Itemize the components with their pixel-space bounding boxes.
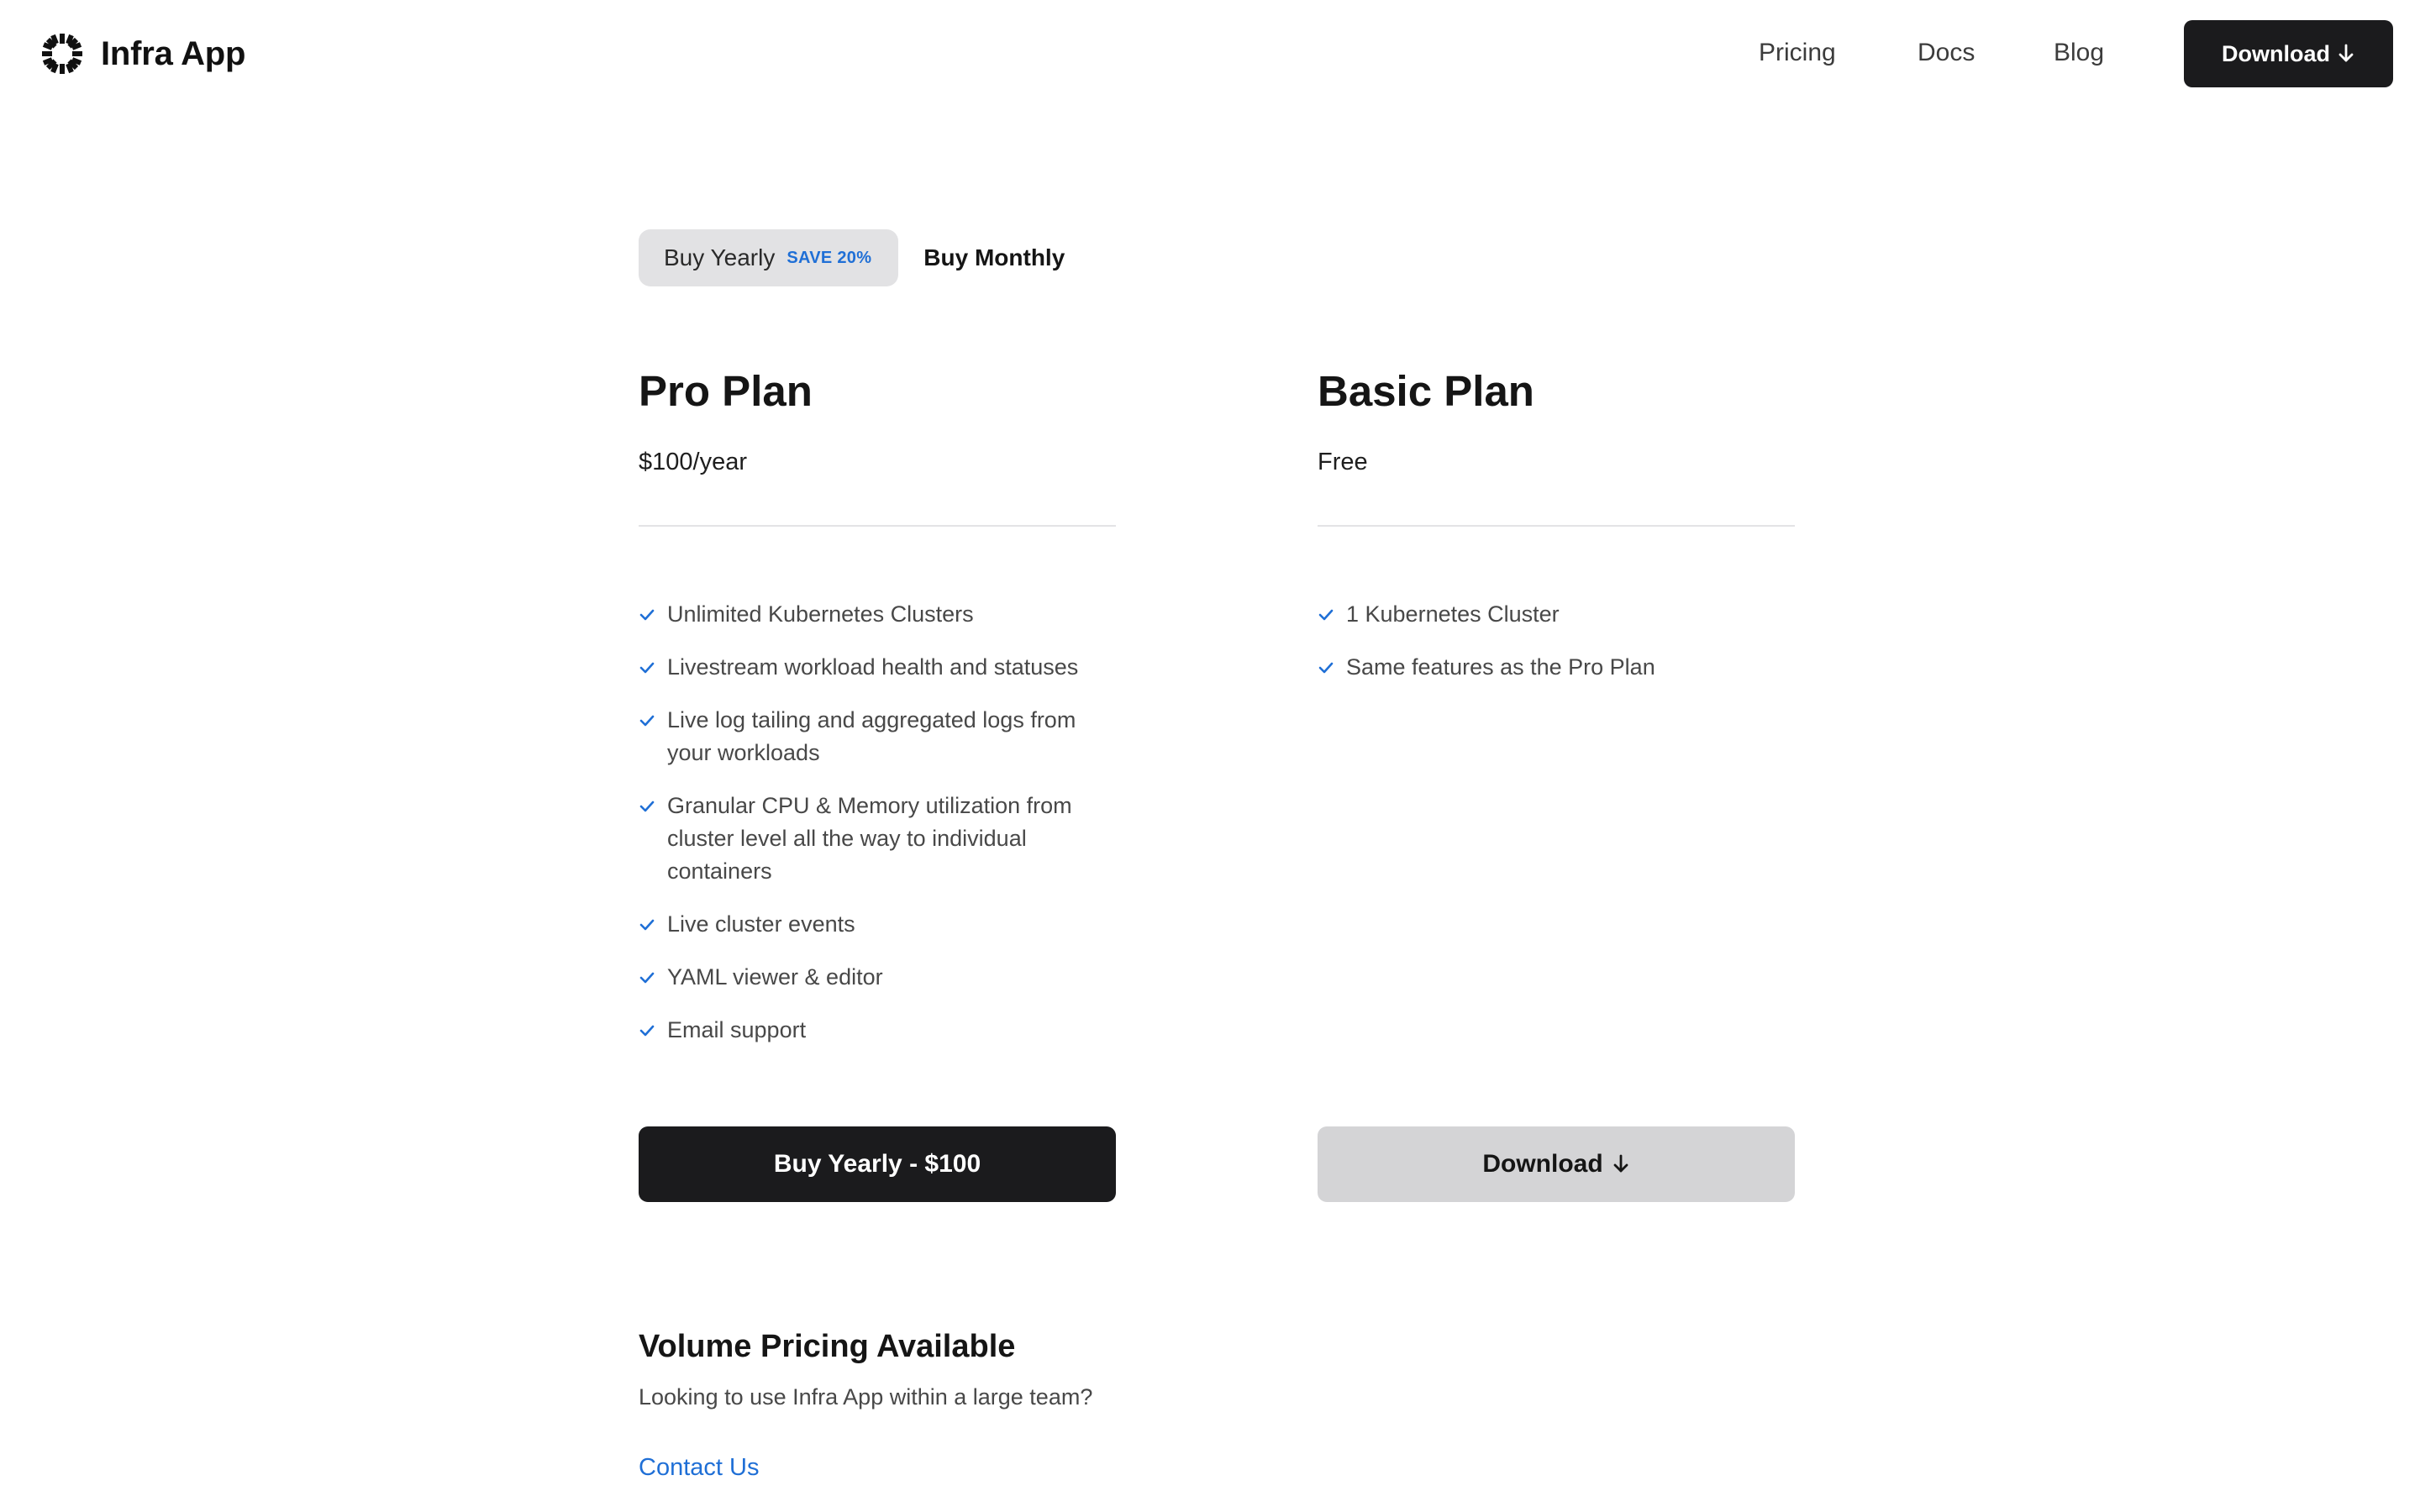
feature-text: 1 Kubernetes Cluster xyxy=(1346,601,1560,627)
feature-text: Same features as the Pro Plan xyxy=(1346,654,1655,680)
plan-price: $100/year xyxy=(639,449,747,475)
brand-home-link[interactable]: Infra App xyxy=(39,30,245,77)
plan-divider xyxy=(639,525,1116,527)
check-icon xyxy=(1318,609,1334,621)
feature-item: Email support xyxy=(639,1014,1116,1047)
feature-text: YAML viewer & editor xyxy=(667,964,883,990)
plan-title: Basic Plan xyxy=(1318,366,1534,415)
toggle-buy-monthly[interactable]: Buy Monthly xyxy=(923,244,1065,271)
check-icon xyxy=(639,1025,655,1037)
nav-download-label: Download xyxy=(2222,40,2330,66)
contact-us-link[interactable]: Contact Us xyxy=(639,1451,759,1484)
buy-yearly-label: Buy Yearly - $100 xyxy=(773,1150,981,1178)
feature-item: YAML viewer & editor xyxy=(639,961,1116,994)
basic-download-label: Download xyxy=(1482,1150,1603,1178)
feature-text: Unlimited Kubernetes Clusters xyxy=(667,601,974,627)
plan-card-pro: Pro Plan $100/year Unlimited Kubernetes … xyxy=(639,361,1116,1202)
feature-item: 1 Kubernetes Cluster xyxy=(1318,598,1795,631)
plan-price: Free xyxy=(1318,449,1368,475)
plan-card-basic: Basic Plan Free 1 Kubernetes Cluster Sam… xyxy=(1318,361,1795,1202)
arrow-down-icon xyxy=(2338,44,2354,62)
feature-list: 1 Kubernetes Cluster Same features as th… xyxy=(1318,598,1795,704)
brand-name: Infra App xyxy=(101,34,246,72)
feature-text: Live log tailing and aggregated logs fro… xyxy=(667,707,1076,765)
buy-yearly-button[interactable]: Buy Yearly - $100 xyxy=(639,1126,1116,1202)
feature-text: Email support xyxy=(667,1017,807,1042)
plan-title: Pro Plan xyxy=(639,366,813,415)
feature-text: Granular CPU & Memory utilization from c… xyxy=(667,793,1072,884)
billing-toggle: Buy Yearly SAVE 20% Buy Monthly xyxy=(639,229,1065,286)
feature-item: Live cluster events xyxy=(639,908,1116,941)
check-icon xyxy=(639,609,655,621)
feature-text: Live cluster events xyxy=(667,911,855,937)
nav-link-pricing[interactable]: Pricing xyxy=(1759,39,1836,67)
nav-link-blog[interactable]: Blog xyxy=(2054,39,2104,67)
nav-link-docs[interactable]: Docs xyxy=(1918,39,1975,67)
feature-text: Livestream workload health and statuses xyxy=(667,654,1079,680)
check-icon xyxy=(639,919,655,931)
check-icon xyxy=(1318,662,1334,674)
feature-item: Unlimited Kubernetes Clusters xyxy=(639,598,1116,631)
sunburst-logo-icon xyxy=(42,34,82,74)
feature-item: Same features as the Pro Plan xyxy=(1318,651,1795,684)
check-icon xyxy=(639,972,655,984)
feature-item: Granular CPU & Memory utilization from c… xyxy=(639,790,1116,888)
feature-list: Unlimited Kubernetes Clusters Livestream… xyxy=(639,598,1116,1067)
page: Infra App Pricing Docs Blog Download Buy… xyxy=(0,0,2420,1512)
feature-item: Live log tailing and aggregated logs fro… xyxy=(639,704,1116,769)
plan-divider xyxy=(1318,525,1795,527)
check-icon xyxy=(639,715,655,727)
arrow-down-icon xyxy=(1613,1154,1628,1173)
save-badge: SAVE 20% xyxy=(786,248,872,267)
toggle-yearly-label: Buy Yearly xyxy=(664,244,776,270)
check-icon xyxy=(639,801,655,812)
nav-download-button[interactable]: Download xyxy=(2184,20,2393,87)
volume-pricing-section: Volume Pricing Available Looking to use … xyxy=(639,1325,1479,1484)
top-nav: Infra App Pricing Docs Blog Download xyxy=(0,0,2420,109)
basic-download-button[interactable]: Download xyxy=(1318,1126,1795,1202)
volume-description: Looking to use Infra App within a large … xyxy=(639,1384,1093,1410)
toggle-buy-yearly[interactable]: Buy Yearly SAVE 20% xyxy=(639,229,899,286)
volume-title: Volume Pricing Available xyxy=(639,1329,1016,1364)
check-icon xyxy=(639,662,655,674)
feature-item: Livestream workload health and statuses xyxy=(639,651,1116,684)
